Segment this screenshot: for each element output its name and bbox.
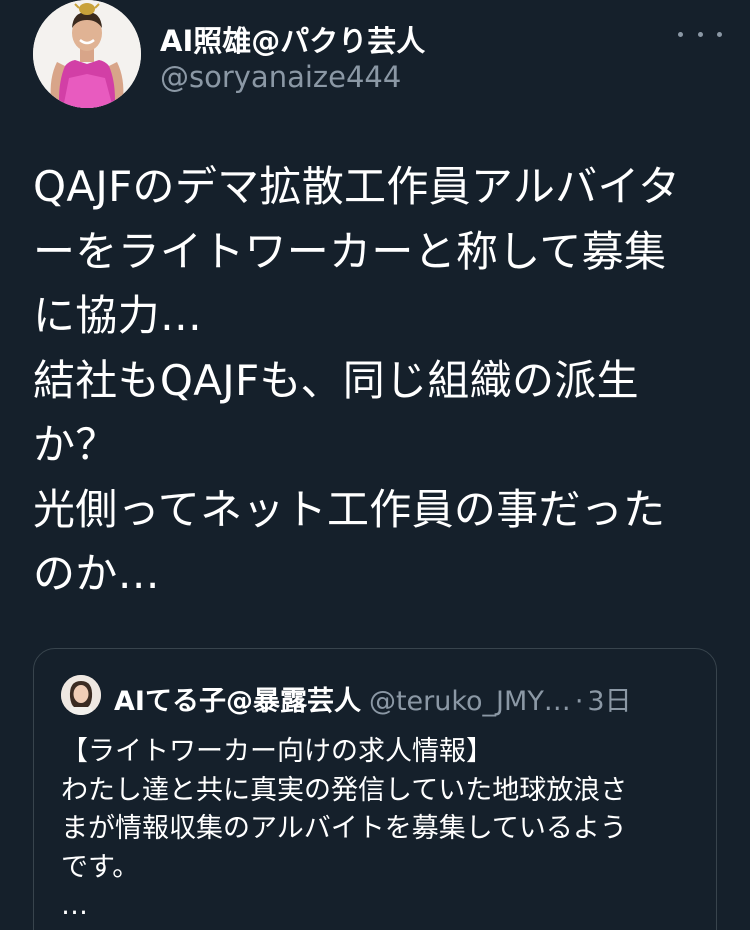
person-avatar-icon <box>33 0 141 108</box>
quoted-author-avatar[interactable] <box>61 675 101 715</box>
quoted-text-line: です。 <box>61 851 140 883</box>
quoted-author-name[interactable]: AIてる子@暴露芸人 <box>114 686 361 717</box>
tweet-detail-view: AI照雄@パクり芸人 @soryanaize444 QAJFのデマ拡散工作員アル… <box>0 0 750 930</box>
more-options-icon[interactable] <box>678 22 722 46</box>
quoted-tweet-time[interactable]: 3日 <box>587 686 631 717</box>
tweet-text: QAJFのデマ拡散工作員アルバイタ ーをライトワーカーと称して募集 に協力… 結… <box>33 155 723 607</box>
tweet-text-line: 光側ってネット工作員の事だった <box>33 484 666 534</box>
more-dot <box>678 31 683 37</box>
tweet-text-line: 結社もQAJFも、同じ組織の派生 <box>33 355 639 405</box>
meta-separator: · <box>574 686 584 717</box>
author-display-name[interactable]: AI照雄@パクり芸人 <box>160 18 425 60</box>
tweet-text-line: ーをライトワーカーと称して募集 <box>33 226 667 276</box>
quoted-author-handle[interactable]: @teruko_JMY… <box>369 686 571 717</box>
quoted-tweet-text: 【ライトワーカー向けの求人情報】 わたし達と共に真実の発信していた地球放浪さ ま… <box>61 733 701 926</box>
quoted-text-line: わたし達と共に真実の発信していた地球放浪さ <box>61 774 628 806</box>
more-dot <box>697 31 703 37</box>
tweet-text-line: に協力… <box>33 291 203 340</box>
author-avatar[interactable] <box>33 0 141 108</box>
tweet-text-line: QAJFのデマ拡散工作員アルバイタ <box>33 162 681 211</box>
author-handle[interactable]: @soryanaize444 <box>160 60 401 94</box>
more-dot <box>717 31 722 37</box>
quoted-tweet-card[interactable]: AIてる子@暴露芸人 @teruko_JMY… · 3日 【ライトワーカー向けの求人情… <box>33 648 717 930</box>
quoted-tweet-header: AIてる子@暴露芸人 @teruko_JMY… · 3日 <box>114 679 632 718</box>
quoted-text-line: … <box>61 890 88 921</box>
quoted-text-line: まが情報収集のアルバイトを募集しているよう <box>61 813 627 844</box>
person-avatar-icon <box>61 675 101 715</box>
tweet-text-line: のか… <box>33 549 160 598</box>
tweet-text-line: か？ <box>33 420 118 469</box>
quoted-text-line: 【ライトワーカー向けの求人情報】 <box>61 736 493 767</box>
